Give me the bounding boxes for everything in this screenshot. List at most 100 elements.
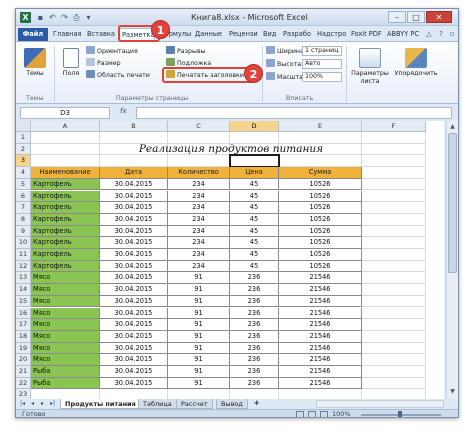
minimize-button[interactable]: – bbox=[388, 11, 406, 23]
grid-cell[interactable] bbox=[279, 389, 362, 399]
print-icon[interactable]: ⎙ bbox=[72, 13, 81, 22]
grid-cell[interactable] bbox=[362, 342, 426, 355]
table-name-cell[interactable]: Мясо bbox=[31, 342, 100, 355]
customize-icon[interactable]: ▾ bbox=[84, 13, 93, 22]
table-value-cell[interactable]: 21546 bbox=[279, 377, 362, 390]
row-header[interactable]: 5 bbox=[16, 178, 31, 191]
column-header[interactable]: B bbox=[100, 121, 168, 132]
grid-cell[interactable] bbox=[362, 295, 426, 308]
column-header[interactable]: F bbox=[362, 121, 426, 132]
row-header[interactable]: 16 bbox=[16, 307, 31, 320]
arrange-button[interactable]: Упорядочить bbox=[394, 48, 438, 78]
tab-view[interactable]: Вид bbox=[261, 28, 279, 41]
table-value-cell[interactable]: 45 bbox=[230, 237, 279, 249]
scroll-down-icon[interactable]: ▼ bbox=[447, 387, 458, 397]
table-value-cell[interactable]: 30.04.2015 bbox=[100, 272, 168, 285]
table-value-cell[interactable]: 10526 bbox=[279, 202, 362, 214]
row-header[interactable]: 18 bbox=[16, 330, 31, 343]
grid-cell[interactable] bbox=[362, 389, 426, 399]
tab-file[interactable]: Файл bbox=[18, 28, 48, 41]
table-value-cell[interactable]: 21546 bbox=[279, 330, 362, 343]
row-header[interactable]: 12 bbox=[16, 260, 31, 273]
table-value-cell[interactable]: 234 bbox=[168, 260, 230, 273]
table-value-cell[interactable]: 236 bbox=[230, 342, 279, 355]
row-header[interactable]: 6 bbox=[16, 190, 31, 203]
row-header[interactable]: 13 bbox=[16, 272, 31, 285]
help-icon[interactable]: ? bbox=[436, 29, 446, 39]
margins-button[interactable]: Поля bbox=[60, 48, 82, 78]
grid-cell[interactable] bbox=[362, 202, 426, 214]
table-value-cell[interactable]: 30.04.2015 bbox=[100, 295, 168, 308]
grid-cell[interactable] bbox=[31, 143, 100, 156]
print-titles-button[interactable]: Печатать заголовки bbox=[166, 70, 244, 81]
table-name-cell[interactable]: Картофель bbox=[31, 202, 100, 214]
table-value-cell[interactable]: 236 bbox=[230, 284, 279, 296]
table-name-cell[interactable]: Картофель bbox=[31, 225, 100, 238]
scroll-up-icon[interactable]: ▲ bbox=[447, 122, 458, 132]
table-value-cell[interactable]: 236 bbox=[230, 330, 279, 343]
fx-icon[interactable]: fx bbox=[120, 107, 127, 115]
row-header[interactable]: 3 bbox=[16, 155, 31, 168]
table-value-cell[interactable]: 234 bbox=[168, 249, 230, 261]
grid-cell[interactable] bbox=[31, 132, 100, 144]
row-header[interactable]: 17 bbox=[16, 319, 31, 331]
background-button[interactable]: Подложка bbox=[166, 58, 211, 69]
table-name-cell[interactable]: Картофель bbox=[31, 213, 100, 226]
row-header[interactable]: 22 bbox=[16, 377, 31, 390]
table-value-cell[interactable]: 21546 bbox=[279, 366, 362, 378]
table-value-cell[interactable]: 10526 bbox=[279, 225, 362, 238]
sheet-tab-products[interactable]: Продукты питания bbox=[60, 399, 141, 409]
print-area-button[interactable]: Область печати bbox=[86, 70, 150, 81]
page-layout-view-icon[interactable] bbox=[308, 411, 316, 417]
grid-cell[interactable] bbox=[362, 272, 426, 285]
active-cell-cursor[interactable] bbox=[229, 154, 280, 169]
table-value-cell[interactable]: 236 bbox=[230, 366, 279, 378]
table-header-cell[interactable]: Количество bbox=[168, 167, 230, 179]
grid-cell[interactable] bbox=[362, 307, 426, 320]
table-name-cell[interactable]: Мясо bbox=[31, 295, 100, 308]
next-sheet-icon[interactable]: ▸ bbox=[38, 399, 47, 409]
grid-cell[interactable] bbox=[362, 155, 426, 168]
table-value-cell[interactable]: 30.04.2015 bbox=[100, 225, 168, 238]
table-value-cell[interactable]: 30.04.2015 bbox=[100, 213, 168, 226]
table-value-cell[interactable]: 236 bbox=[230, 354, 279, 366]
table-header-cell[interactable]: Сумма bbox=[279, 167, 362, 179]
table-value-cell[interactable]: 21546 bbox=[279, 295, 362, 308]
table-value-cell[interactable]: 234 bbox=[168, 237, 230, 249]
last-sheet-icon[interactable]: ▸| bbox=[48, 399, 57, 409]
table-value-cell[interactable]: 234 bbox=[168, 213, 230, 226]
row-header[interactable]: 1 bbox=[16, 132, 31, 144]
column-header[interactable]: A bbox=[31, 121, 100, 132]
table-value-cell[interactable]: 30.04.2015 bbox=[100, 307, 168, 320]
tab-addins[interactable]: Надстро bbox=[315, 28, 347, 41]
table-name-cell[interactable]: Мясо bbox=[31, 319, 100, 331]
table-value-cell[interactable]: 30.04.2015 bbox=[100, 190, 168, 203]
row-header[interactable]: 15 bbox=[16, 295, 31, 308]
grid-cell[interactable] bbox=[168, 389, 230, 399]
sheet-tab-table[interactable]: Таблица bbox=[138, 399, 177, 409]
table-value-cell[interactable]: 21546 bbox=[279, 284, 362, 296]
grid-cell[interactable] bbox=[31, 155, 100, 168]
grid-cell[interactable] bbox=[362, 330, 426, 343]
table-value-cell[interactable]: 30.04.2015 bbox=[100, 178, 168, 191]
grid-cell[interactable] bbox=[362, 143, 426, 156]
table-value-cell[interactable]: 30.04.2015 bbox=[100, 366, 168, 378]
table-value-cell[interactable]: 10526 bbox=[279, 237, 362, 249]
tab-page-layout[interactable]: Разметка bbox=[119, 28, 155, 41]
row-header[interactable]: 4 bbox=[16, 167, 31, 179]
horizontal-scrollbar[interactable] bbox=[316, 400, 444, 408]
table-value-cell[interactable]: 236 bbox=[230, 307, 279, 320]
row-header[interactable]: 2 bbox=[16, 143, 31, 156]
formula-input[interactable] bbox=[136, 107, 452, 119]
column-header[interactable]: C bbox=[168, 121, 230, 132]
scroll-thumb[interactable] bbox=[448, 133, 457, 273]
grid-cell[interactable] bbox=[362, 319, 426, 331]
table-value-cell[interactable]: 91 bbox=[168, 272, 230, 285]
table-value-cell[interactable]: 10526 bbox=[279, 249, 362, 261]
table-value-cell[interactable]: 21546 bbox=[279, 342, 362, 355]
grid-cell[interactable] bbox=[362, 225, 426, 238]
row-header[interactable]: 19 bbox=[16, 342, 31, 355]
table-name-cell[interactable]: Картофель bbox=[31, 237, 100, 249]
grid-cell[interactable] bbox=[362, 354, 426, 366]
width-select[interactable]: 1 страниц bbox=[302, 46, 342, 56]
